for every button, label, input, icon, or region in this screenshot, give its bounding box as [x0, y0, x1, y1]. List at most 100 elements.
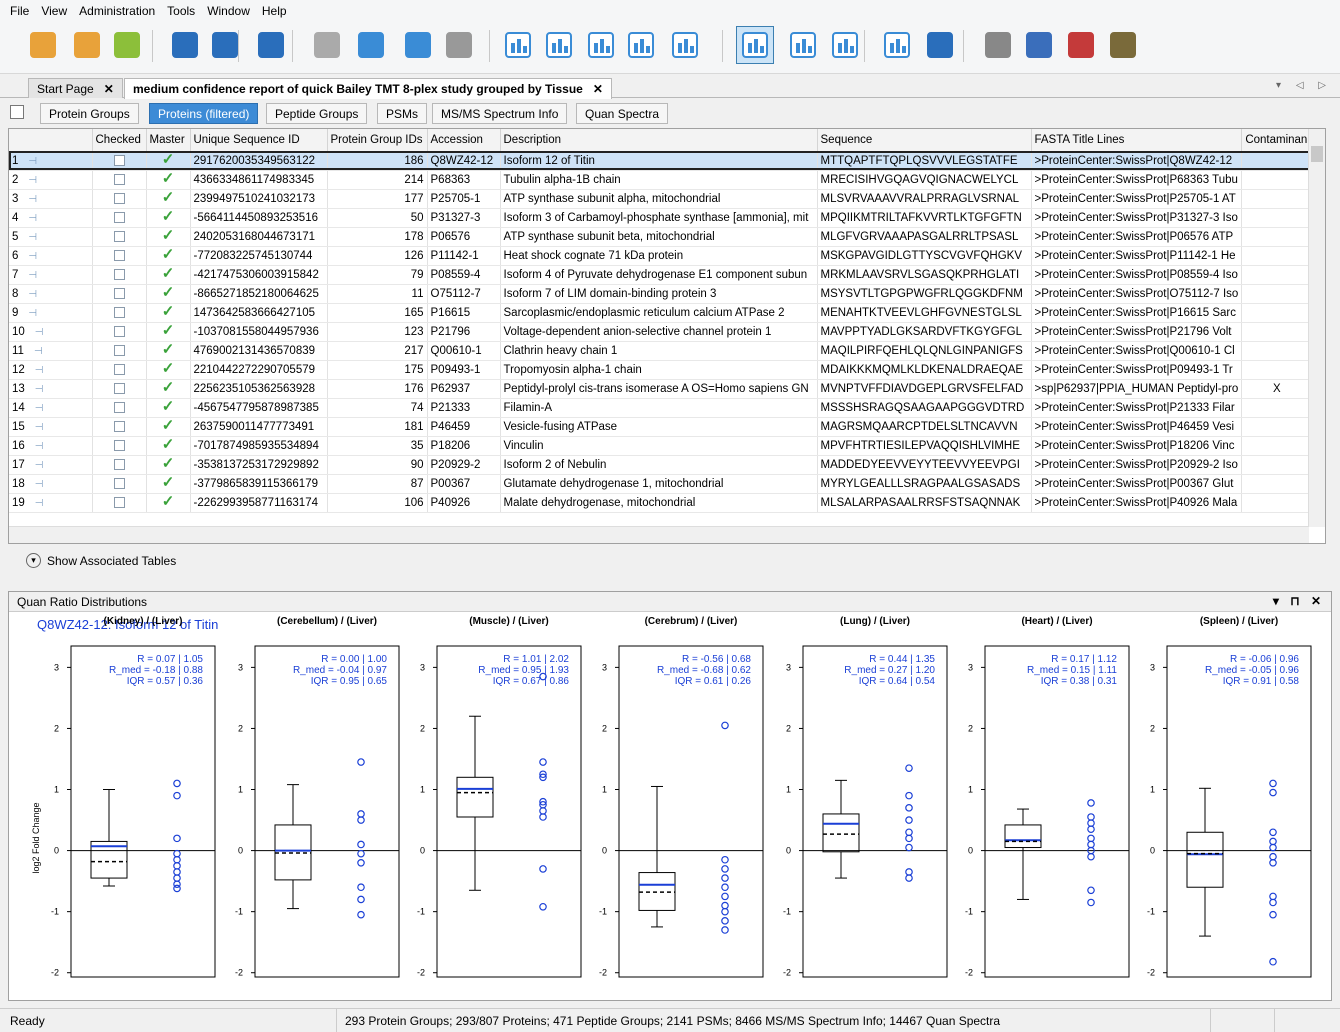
checkbox[interactable] — [113, 363, 125, 375]
table-row[interactable]: 16 ⊣ ✓ -7017874985935534894 35 P18206 Vinculin… — [9, 436, 1313, 456]
pin-icon[interactable]: ⊣ — [28, 175, 37, 186]
table-row[interactable]: 10 ⊣ ✓ -1037081558044957936 123 P21796 Voltage… — [9, 322, 1313, 342]
bar-chart-icon[interactable] — [582, 26, 620, 64]
col-checked[interactable]: Checked — [92, 129, 147, 152]
pin-icon[interactable]: ⊣ — [35, 384, 44, 395]
pin-icon[interactable]: ⊣ — [34, 346, 43, 357]
database-filter-icon[interactable] — [1104, 26, 1142, 64]
home-icon[interactable] — [252, 26, 290, 64]
checked-checkbox[interactable] — [92, 265, 147, 285]
checkbox[interactable] — [113, 192, 125, 204]
checkbox[interactable] — [113, 249, 125, 261]
tab-quan-spectra[interactable]: Quan Spectra — [576, 103, 669, 124]
horizontal-scrollbar[interactable] — [9, 526, 1309, 543]
database-chemistry-icon[interactable] — [1062, 26, 1100, 64]
checkbox[interactable] — [113, 268, 125, 280]
checked-checkbox[interactable] — [92, 455, 147, 475]
peaks-icon[interactable] — [622, 26, 660, 64]
pin-icon[interactable]: ⊣ — [35, 403, 44, 414]
scroll-thumb[interactable] — [1311, 146, 1323, 162]
table-row[interactable]: 13 ⊣ ✓ 2256235105362563928 176 P62937 Peptidyl… — [9, 379, 1313, 399]
table-row[interactable]: 8 ⊣ ✓ -8665271852180064625 11 O75112-7 Isoform… — [9, 284, 1313, 304]
tab-peptide-groups[interactable]: Peptide Groups — [266, 103, 368, 124]
checked-checkbox[interactable] — [92, 379, 147, 399]
menu-administration[interactable]: Administration — [73, 4, 161, 18]
checked-checkbox[interactable] — [92, 303, 147, 323]
checked-checkbox[interactable] — [92, 322, 147, 342]
heatmap-icon[interactable] — [666, 26, 704, 64]
col-master[interactable]: Master — [146, 129, 191, 152]
menu-help[interactable]: Help — [256, 4, 293, 18]
filter-icon[interactable] — [308, 26, 346, 64]
table-row[interactable]: 2 ⊣ ✓ 4366334861174983345 214 P68363 Tubulin a… — [9, 170, 1313, 190]
table-row[interactable]: 15 ⊣ ✓ 2637590011477773491 181 P46459 Vesicle-… — [9, 417, 1313, 437]
pin-icon[interactable]: ⊣ — [35, 327, 44, 338]
tab-psms[interactable]: PSMs — [377, 103, 428, 124]
checked-checkbox[interactable] — [92, 151, 147, 171]
checked-checkbox[interactable] — [92, 398, 147, 418]
col-fasta-title-lines[interactable]: FASTA Title Lines — [1031, 129, 1243, 152]
checked-checkbox[interactable] — [92, 170, 147, 190]
col-unique-sequence-id[interactable]: Unique Sequence ID — [190, 129, 328, 152]
tab-list-controls[interactable]: ▾ ◁ ▷ — [1276, 80, 1332, 91]
checkbox[interactable] — [113, 344, 125, 356]
pin-icon[interactable]: ⊣ — [35, 479, 44, 490]
close-icon[interactable]: ✕ — [593, 82, 603, 96]
hierarchy-icon[interactable] — [921, 26, 959, 64]
pin-icon[interactable]: ⊣ — [35, 441, 44, 452]
save-icon[interactable] — [166, 26, 204, 64]
col-protein-group-ids[interactable]: Protein Group IDs — [327, 129, 428, 152]
checked-checkbox[interactable] — [92, 474, 147, 494]
vertical-scrollbar[interactable] — [1308, 129, 1325, 527]
menu-window[interactable]: Window — [201, 4, 256, 18]
menu-tools[interactable]: Tools — [161, 4, 201, 18]
document-icon[interactable] — [878, 26, 916, 64]
pin-icon[interactable]: ⊣ — [28, 308, 37, 319]
table-row[interactable]: 6 ⊣ ✓ -772083225745130744 126 P11142-1 Heat sh… — [9, 246, 1313, 266]
pin-icon[interactable]: ⊣ — [28, 194, 37, 205]
pin-icon[interactable]: ⊣ — [28, 213, 37, 224]
tab-protein-groups[interactable]: Protein Groups — [40, 103, 139, 124]
pin-icon[interactable]: ⊣ — [28, 156, 37, 167]
checkbox[interactable] — [113, 287, 125, 299]
bar-chart-2-icon[interactable] — [784, 26, 822, 64]
checkbox[interactable] — [113, 401, 125, 413]
table-icon[interactable] — [10, 105, 24, 119]
pin-icon[interactable]: ⊣ — [35, 498, 44, 509]
result-filter-icon[interactable] — [399, 26, 437, 64]
pin-icon[interactable]: ⊣ — [28, 232, 37, 243]
checkbox[interactable] — [113, 230, 125, 242]
open-report-icon[interactable] — [68, 26, 106, 64]
table-row[interactable]: 11 ⊣ ✓ 4769002131436570839 217 Q00610-1 Clathr… — [9, 341, 1313, 361]
pin-icon[interactable]: ⊣ — [28, 289, 37, 300]
checkbox[interactable] — [113, 325, 125, 337]
table-row[interactable]: 3 ⊣ ✓ 2399497510241032173 177 P25705-1 ATP syn… — [9, 189, 1313, 209]
checkbox[interactable] — [113, 477, 125, 489]
checkbox[interactable] — [113, 420, 125, 432]
col-accession[interactable]: Accession — [427, 129, 501, 152]
table-row[interactable]: 4 ⊣ ✓ -5664114450893253516 50 P31327-3 Isoform… — [9, 208, 1313, 228]
col-sequence[interactable]: Sequence — [817, 129, 1032, 152]
col-contaminant[interactable]: Contaminan — [1241, 129, 1313, 152]
table-row[interactable]: 17 ⊣ ✓ -3538137253172929892 90 P20929-2 Isofor… — [9, 455, 1313, 475]
eye-icon[interactable] — [440, 26, 478, 64]
pin-icon[interactable]: ⊣ — [28, 270, 37, 281]
checked-checkbox[interactable] — [92, 284, 147, 304]
col-description[interactable]: Description — [500, 129, 818, 152]
pin-icon[interactable]: ⊣ — [28, 251, 37, 262]
settings-icon[interactable] — [979, 26, 1017, 64]
database-icon[interactable] — [1020, 26, 1058, 64]
checked-checkbox[interactable] — [92, 360, 147, 380]
checked-checkbox[interactable] — [92, 436, 147, 456]
tab-msms-spectrum-info[interactable]: MS/MS Spectrum Info — [432, 103, 568, 124]
table-row[interactable]: 14 ⊣ ✓ -4567547795878987385 74 P21333 Filamin-… — [9, 398, 1313, 418]
table-row[interactable]: 18 ⊣ ✓ -3779865839115366179 87 P00367 Glutamat… — [9, 474, 1313, 494]
checked-checkbox[interactable] — [92, 417, 147, 437]
table-row[interactable]: 1 ⊣ ✓ 2917620035349563122 186 Q8WZ42-12 Isofor… — [9, 151, 1313, 171]
histogram-icon[interactable] — [540, 26, 578, 64]
spectrum-icon[interactable] — [499, 26, 537, 64]
tab-proteins-filtered[interactable]: Proteins (filtered) — [149, 103, 259, 124]
row-header[interactable] — [9, 129, 93, 152]
table-row[interactable]: 9 ⊣ ✓ 1473642583666427105 165 P16615 Sarcoplas… — [9, 303, 1313, 323]
tab-start-page[interactable]: Start Page ✕ — [28, 78, 123, 98]
